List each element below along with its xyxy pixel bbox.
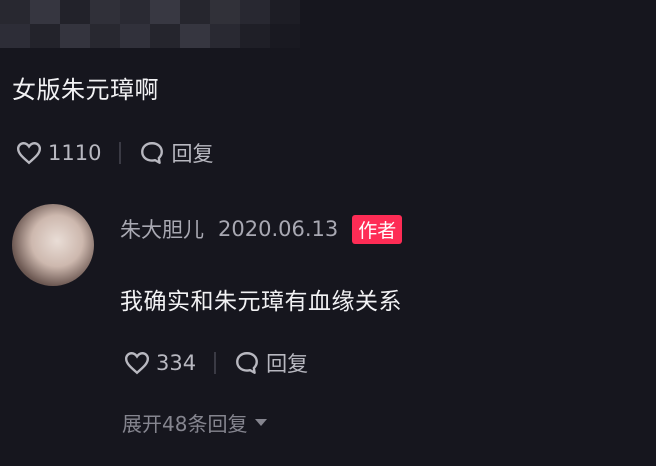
like-button[interactable]: 1110 bbox=[16, 141, 101, 165]
reply-like-count: 334 bbox=[156, 351, 197, 375]
comment-bubble-icon bbox=[236, 352, 259, 374]
reply-header: 朱大胆儿 2020.06.13 作者 bbox=[120, 214, 403, 244]
reply-text: 我确实和朱元璋有血缘关系 bbox=[120, 289, 402, 315]
like-count: 1110 bbox=[48, 141, 102, 165]
comment-bubble-icon bbox=[141, 142, 164, 164]
expand-replies-button[interactable]: 展开48条回复 bbox=[122, 408, 268, 437]
reply-actions: 334 回复 bbox=[124, 348, 308, 378]
author-badge: 作者 bbox=[352, 214, 403, 244]
caret-down-icon bbox=[255, 419, 268, 426]
reply-like-button[interactable]: 334 bbox=[124, 351, 196, 375]
comment-thread: 女版朱元璋啊 1110 回复 朱大胆儿 2020.06.13 作者 我确实和朱元… bbox=[0, 0, 656, 466]
comment-actions: 1110 回复 bbox=[16, 138, 213, 168]
reply-button[interactable]: 回复 bbox=[139, 138, 213, 168]
avatar[interactable] bbox=[12, 204, 94, 286]
reply-reply-button[interactable]: 回复 bbox=[234, 348, 308, 378]
blurred-username bbox=[0, 0, 300, 48]
reply-reply-label: 回复 bbox=[266, 352, 309, 376]
heart-icon bbox=[16, 142, 42, 165]
divider bbox=[214, 352, 217, 374]
expand-label: 展开48条回复 bbox=[122, 412, 248, 436]
divider bbox=[119, 142, 122, 164]
author-name[interactable]: 朱大胆儿 bbox=[120, 214, 204, 244]
reply-label: 回复 bbox=[171, 142, 214, 166]
heart-icon bbox=[124, 352, 150, 375]
reply-date: 2020.06.13 bbox=[218, 217, 339, 241]
comment-text: 女版朱元璋啊 bbox=[12, 76, 159, 104]
